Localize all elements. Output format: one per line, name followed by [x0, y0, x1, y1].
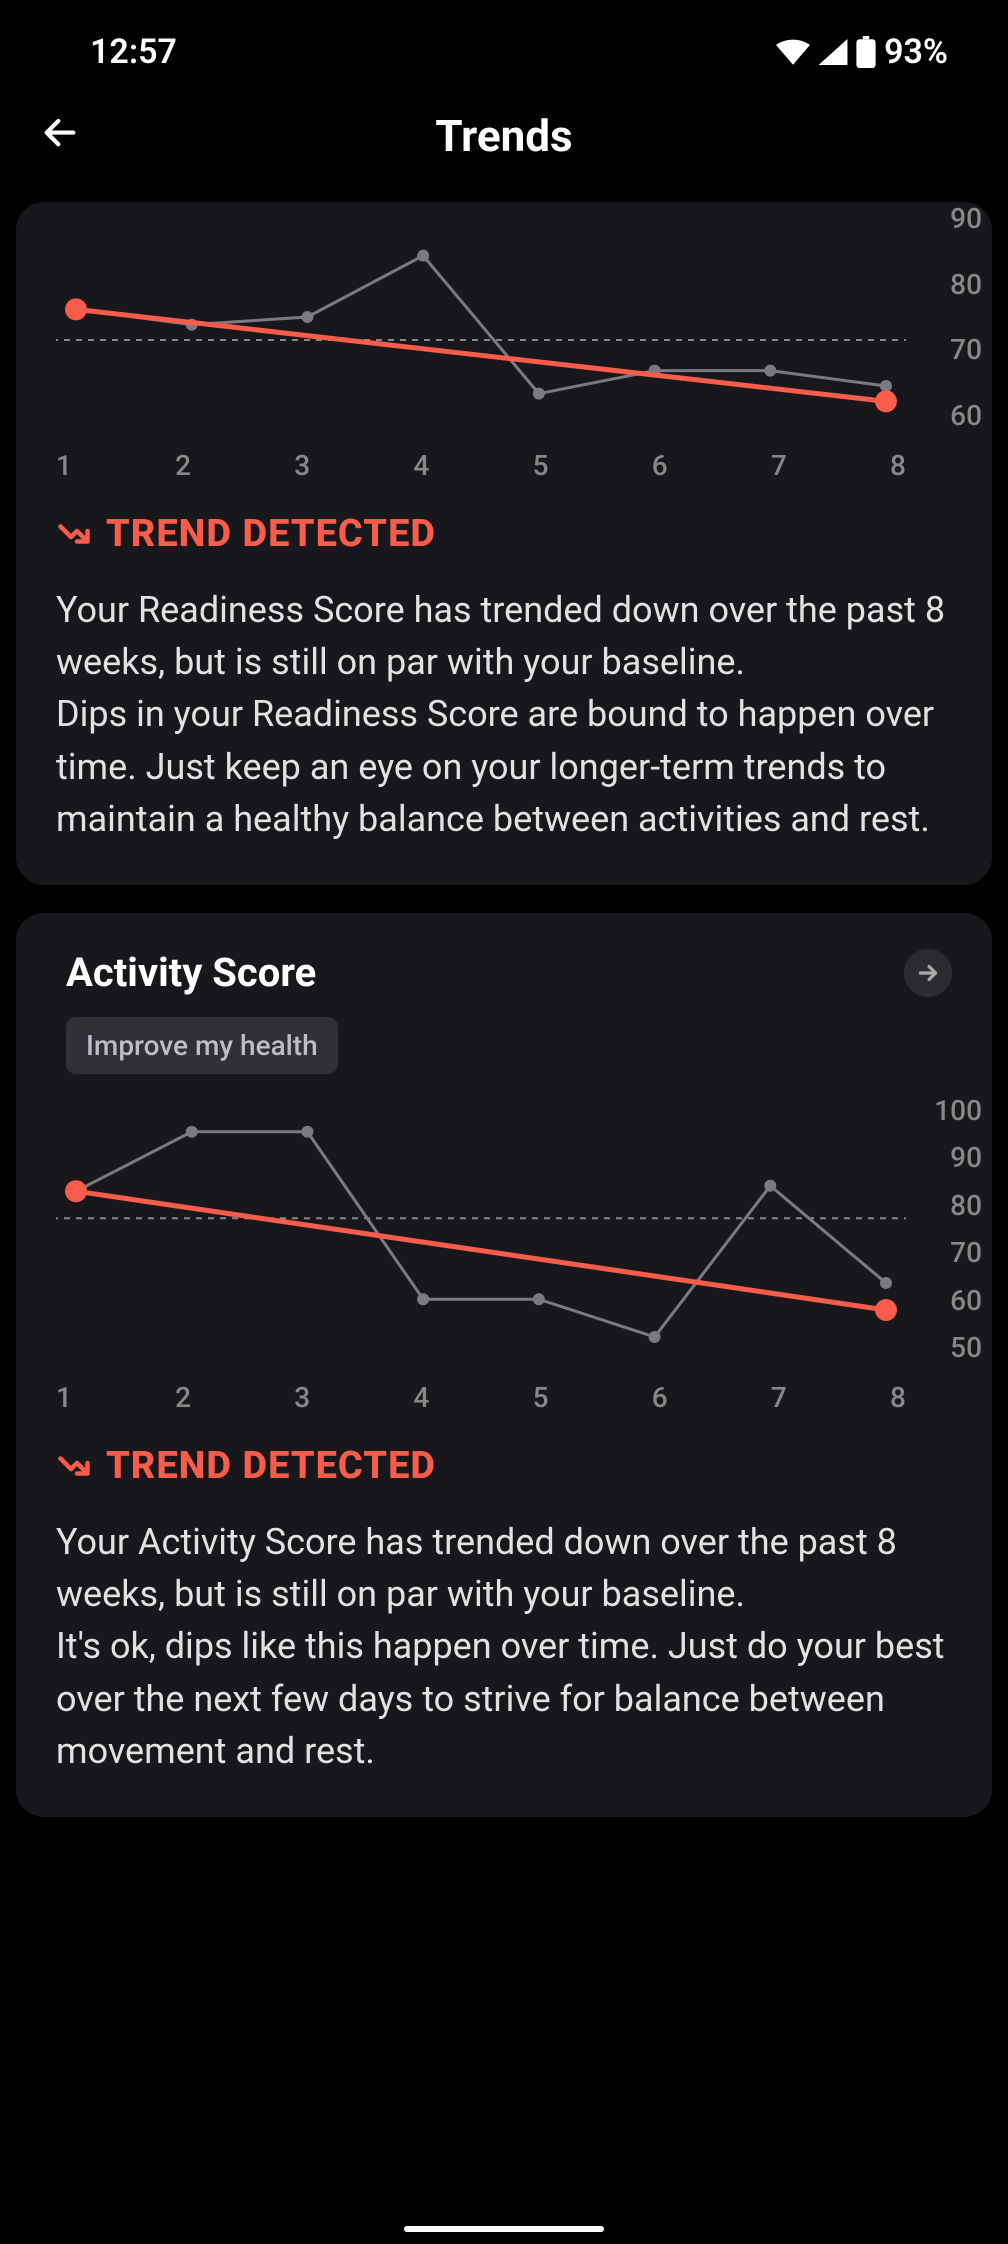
back-button[interactable]: [30, 103, 90, 167]
y-tick: 70: [910, 1236, 982, 1269]
activity-desc-1: Your Activity Score has trended down ove…: [56, 1516, 952, 1620]
trend-down-icon: [56, 1448, 92, 1484]
activity-desc-2: It's ok, dips like this happen over time…: [56, 1620, 952, 1777]
x-tick: 2: [175, 1381, 191, 1414]
y-tick: 100: [910, 1094, 982, 1127]
x-tick: 7: [771, 449, 787, 482]
activity-trend-card: Activity Score Improve my health 100 90 80…: [16, 913, 992, 1817]
arrow-right-icon: [915, 960, 941, 986]
activity-trend-label: TREND DETECTED: [106, 1444, 436, 1488]
arrow-left-icon: [40, 113, 80, 153]
x-tick: 4: [413, 449, 429, 482]
readiness-chart-svg: [56, 202, 906, 432]
x-tick: 1: [56, 449, 72, 482]
activity-tag[interactable]: Improve my health: [66, 1017, 338, 1074]
y-tick: 80: [910, 268, 982, 301]
status-time: 12:57: [90, 32, 177, 72]
readiness-desc-1: Your Readiness Score has trended down ov…: [56, 584, 952, 688]
x-tick: 7: [771, 1381, 787, 1414]
status-battery: 93%: [884, 32, 948, 72]
activity-title: Activity Score: [66, 949, 316, 996]
activity-section-head[interactable]: Activity Score: [16, 913, 992, 1017]
header: Trends: [0, 80, 1008, 202]
activity-chart: 100 90 80 70 60 50 1 2 3 4 5 6 7 8: [16, 1094, 992, 1434]
home-indicator[interactable]: [404, 2226, 604, 2232]
y-tick: 60: [910, 399, 982, 432]
activity-detail-button[interactable]: [904, 949, 952, 997]
y-tick: 90: [910, 1141, 982, 1174]
activity-trend-badge: TREND DETECTED: [56, 1444, 952, 1488]
x-tick: 5: [533, 449, 549, 482]
x-tick: 6: [652, 1381, 668, 1414]
y-tick: 50: [910, 1331, 982, 1364]
readiness-desc-2: Dips in your Readiness Score are bound t…: [56, 688, 952, 845]
battery-icon: [856, 36, 876, 68]
x-tick: 2: [175, 449, 191, 482]
readiness-trend-badge: TREND DETECTED: [56, 512, 952, 556]
page-title: Trends: [435, 110, 572, 162]
readiness-x-axis: 1 2 3 4 5 6 7 8: [56, 449, 906, 482]
x-tick: 4: [413, 1381, 429, 1414]
readiness-y-axis: 90 80 70 60: [910, 202, 982, 432]
readiness-chart: 90 80 70 60 1 2 3 4 5 6 7 8: [16, 202, 992, 502]
x-tick: 3: [294, 449, 310, 482]
x-tick: 3: [294, 1381, 310, 1414]
y-tick: 60: [910, 1284, 982, 1317]
readiness-trend-card: 90 80 70 60 1 2 3 4 5 6 7 8 TREND DETECTED Your Re…: [16, 202, 992, 885]
activity-chart-svg: [56, 1094, 906, 1364]
status-bar: 12:57 93%: [0, 0, 1008, 80]
x-tick: 1: [56, 1381, 72, 1414]
y-tick: 70: [910, 333, 982, 366]
x-tick: 8: [890, 449, 906, 482]
cellular-icon: [818, 39, 848, 65]
x-tick: 8: [890, 1381, 906, 1414]
status-icons: 93%: [776, 32, 948, 72]
trend-down-icon: [56, 516, 92, 552]
activity-y-axis: 100 90 80 70 60 50: [910, 1094, 982, 1364]
y-tick: 90: [910, 202, 982, 235]
activity-x-axis: 1 2 3 4 5 6 7 8: [56, 1381, 906, 1414]
wifi-icon: [776, 39, 810, 65]
x-tick: 6: [652, 449, 668, 482]
x-tick: 5: [533, 1381, 549, 1414]
y-tick: 80: [910, 1189, 982, 1222]
readiness-trend-label: TREND DETECTED: [106, 512, 436, 556]
